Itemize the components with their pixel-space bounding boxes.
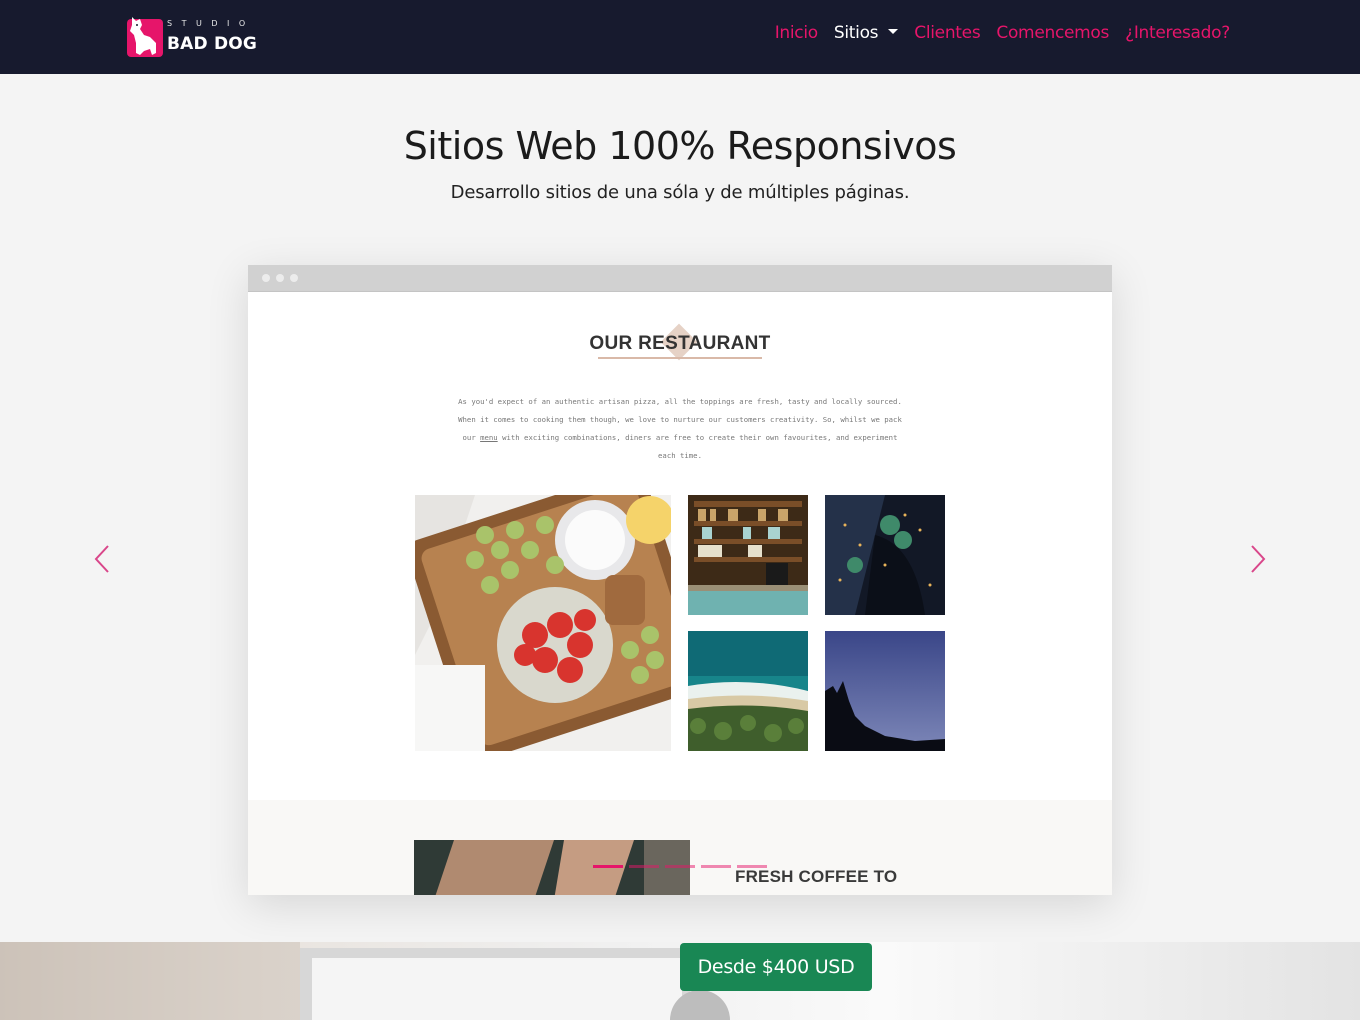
- carousel-indicator[interactable]: [593, 865, 623, 868]
- carousel-indicator[interactable]: [701, 865, 731, 868]
- nav-links: Inicio Sitios Clientes Comencemos ¿Inter…: [775, 23, 1231, 43]
- chevron-left-icon: [94, 545, 109, 573]
- carousel-indicators: [593, 865, 767, 868]
- nav-item-sitios-label: Sitios: [833, 23, 879, 43]
- site-coffee-section: FRESH COFFEE TO: [248, 800, 1112, 895]
- site-title: OUR RESTAURANT: [589, 333, 771, 354]
- site-menu-link: menu: [480, 433, 498, 442]
- caret-down-icon: [888, 28, 899, 34]
- beach-aerial-image: [688, 631, 808, 751]
- site-paragraph: As you'd expect of an authentic artisan …: [454, 393, 906, 465]
- carousel-indicator[interactable]: [737, 865, 767, 868]
- browser-dot: [262, 274, 270, 282]
- site-title-underline: [598, 357, 762, 359]
- nav-item-clientes[interactable]: Clientes: [914, 23, 980, 43]
- coffee-section-title: FRESH COFFEE TO: [735, 867, 898, 886]
- brand-text: STUDIO BAD DOG: [167, 15, 266, 59]
- carousel-prev-button[interactable]: [92, 542, 112, 576]
- dog-logo-icon: [126, 15, 164, 59]
- carousel-indicator[interactable]: [629, 865, 659, 868]
- site-paragraph-part2: with exciting combinations, diners are f…: [497, 433, 898, 460]
- food-tray-image: [415, 495, 671, 751]
- night-sky-image: [825, 631, 945, 751]
- browser-bar: [248, 265, 1112, 292]
- city-night-image: [825, 495, 945, 615]
- site-title-block: OUR RESTAURANT: [248, 323, 1112, 365]
- carousel-indicator[interactable]: [665, 865, 695, 868]
- browser-dot: [276, 274, 284, 282]
- carousel-slide-browser-mockup: OUR RESTAURANT As you'd expect of an aut…: [248, 265, 1112, 895]
- browser-dot: [290, 274, 298, 282]
- chevron-right-icon: [1251, 545, 1266, 573]
- nav-item-comencemos[interactable]: Comencemos: [996, 23, 1109, 43]
- brand-studio: STUDIO: [167, 19, 255, 28]
- navbar: STUDIO BAD DOG Inicio Sitios Clientes Co…: [0, 0, 1360, 74]
- hero-subtitle: Desarrollo sitios de una sóla y de múlti…: [450, 182, 910, 203]
- brand-name: BAD DOG: [167, 34, 258, 54]
- cafe-image: [688, 495, 808, 615]
- nav-item-sitios[interactable]: Sitios: [833, 23, 899, 43]
- hero-title: Sitios Web 100% Responsivos: [403, 124, 957, 168]
- price-cta-button[interactable]: Desde $400 USD: [680, 943, 872, 991]
- nav-item-inicio[interactable]: Inicio: [775, 23, 818, 43]
- nav-item-interesado[interactable]: ¿Interesado?: [1125, 23, 1230, 43]
- carousel-next-button[interactable]: [1248, 542, 1268, 576]
- brand-logo[interactable]: STUDIO BAD DOG: [126, 15, 266, 59]
